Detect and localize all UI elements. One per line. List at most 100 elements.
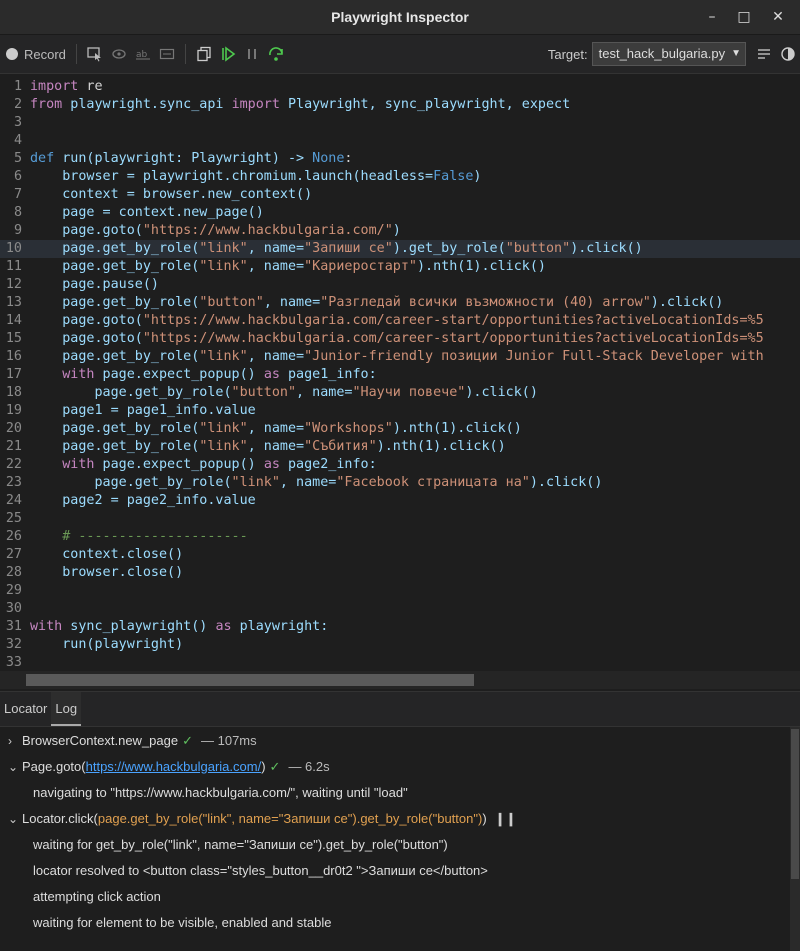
code-line: 13 page.get_by_role("button", name="Разг… [5,295,724,310]
code-line: 16 page.get_by_role("link", name="Junior… [5,349,764,364]
code-line: 31 with sync_playwright() as playwright: [5,619,329,634]
log-entry[interactable]: ⌄ Page.goto(https://www.hackbulgaria.com… [0,754,800,780]
code-line: 25 [5,511,22,526]
record-icon [6,48,18,60]
code-line-current: 10 page.get_by_role("link", name="Запиши… [0,240,800,258]
copy-icon [197,46,211,62]
code-line: 29 [5,583,22,598]
code-line: 18 page.get_by_role("button", name="Науч… [5,385,538,400]
value-icon [159,48,175,60]
code-line: 12 page.pause() [5,277,159,292]
code-line: 19 page1 = page1_info.value [5,403,256,418]
vertical-scrollbar[interactable] [790,727,800,951]
check-icon: ✓ [269,759,281,774]
code-line: 5 def run(playwright: Playwright) -> None… [13,151,353,166]
minimize-button[interactable]: – [698,0,726,34]
check-icon: ✓ [182,733,193,748]
target-label: Target: [547,46,588,62]
code-line: 9 page.goto("https://www.hackbulgaria.co… [13,223,401,238]
log-entry[interactable]: ⌄ Locator.click(page.get_by_role("link",… [0,806,800,832]
close-button[interactable]: ✕ [764,0,792,34]
chevron-down-icon: ▼ [731,48,741,59]
log-detail: waiting for get_by_role("link", name="За… [33,837,448,852]
code-line: 28 browser.close() [5,565,184,580]
log-entry-paren: ) [261,759,266,774]
lines-icon [758,49,770,59]
toolbar: Record ab Target: test_hack_bulgaria.py … [0,35,800,74]
panel-tabs: Locator Log [0,691,800,727]
assert-value-button[interactable] [155,40,179,68]
code-line: 4 [13,133,22,148]
tab-log[interactable]: Log [51,692,82,726]
log-detail: attempting click action [33,889,161,904]
code-line: 32 run(playwright) [5,637,184,652]
title-bar: Playwright Inspector – □ ✕ [0,0,800,35]
assert-text-button[interactable]: ab [131,40,155,68]
code-line: 23 page.get_by_role("link", name="Facebo… [5,475,603,490]
copy-button[interactable] [192,40,216,68]
chevron-right-icon: › [8,734,12,748]
wrap-lines-button[interactable] [752,40,776,68]
code-line: 1 import re [13,79,103,94]
code-line: 8 page = context.new_page() [13,205,264,220]
code-line: 21 page.get_by_role("link", name="Събити… [5,439,506,454]
pause-icon [247,49,256,59]
maximize-button[interactable]: □ [730,0,758,34]
code-line: 15 page.goto("https://www.hackbulgaria.c… [5,331,764,346]
log-detail: waiting for element to be visible, enabl… [33,915,332,930]
code-line: 27 context.close() [5,547,184,562]
chevron-down-icon: ⌄ [8,812,19,826]
code-line: 20 page.get_by_role("link", name="Worksh… [5,421,522,436]
code-editor[interactable]: 1 import re 2 from playwright.sync_api imp… [0,74,800,672]
resume-button[interactable] [216,40,240,68]
window-title: Playwright Inspector [331,9,469,25]
code-line: 33 [5,655,22,670]
pause-button[interactable] [240,40,264,68]
chevron-down-icon: ⌄ [8,760,19,774]
record-button[interactable]: Record [0,40,70,68]
text-icon: ab [135,50,150,60]
code-line: 30 [5,601,22,616]
log-entry-duration: — 107ms [201,733,257,748]
step-over-button[interactable] [264,40,288,68]
horizontal-scrollbar-track[interactable] [0,671,800,689]
eye-icon [112,49,126,59]
pick-locator-button[interactable] [83,40,107,68]
log-entry-name: Page.goto( [22,759,86,774]
code-line: 26 # --------------------- [5,529,248,544]
log-entry-link[interactable]: https://www.hackbulgaria.com/ [86,754,262,780]
code-line: 17 with page.expect_popup() as page1_inf… [5,367,377,382]
toolbar-divider [75,44,77,64]
code-line: 6 browser = playwright.chromium.launch(h… [13,169,482,184]
log-entry-duration: — 6.2s [288,759,330,774]
code-line: 14 page.goto("https://www.hackbulgaria.c… [5,313,764,328]
log-entry-name: BrowserContext.new_page [22,733,179,748]
code-line: 24 page2 = page2_info.value [5,493,256,508]
log-entry[interactable]: › BrowserContext.new_page ✓ — 107ms [0,728,800,754]
tab-locator[interactable]: Locator [0,692,51,726]
play-icon [222,46,236,62]
theme-toggle-button[interactable] [776,40,800,68]
log-entry-paren: ) [482,811,487,826]
code-line: 22 with page.expect_popup() as page2_inf… [5,457,377,472]
code-line: 3 [13,115,22,130]
paused-icon: ❙❙ [494,811,517,826]
target-select[interactable]: test_hack_bulgaria.py ▼ [591,42,746,66]
log-detail: locator resolved to <button class="style… [33,863,488,878]
vertical-scrollbar-thumb[interactable] [791,729,799,879]
code-line: 2 from playwright.sync_api import Playwri… [13,97,571,112]
toolbar-divider [184,44,186,64]
target-value: test_hack_bulgaria.py [598,46,726,61]
assert-visibility-button[interactable] [107,40,131,68]
log-entry-arg: page.get_by_role("link", name="Запиши се… [97,811,483,826]
step-over-icon [269,47,283,61]
pick-locator-icon [87,47,101,62]
contrast-icon [781,47,795,61]
log-detail: navigating to "https://www.hackbulgaria.… [33,785,408,800]
record-label: Record [24,46,66,62]
code-line: 7 context = browser.new_context() [13,187,313,202]
code-line: 11 page.get_by_role("link", name="Кариер… [5,259,546,274]
horizontal-scrollbar-thumb[interactable] [26,674,474,686]
log-entry-name: Locator.click( [22,811,98,826]
log-panel: › BrowserContext.new_page ✓ — 107ms ⌄ Pa… [0,727,800,951]
